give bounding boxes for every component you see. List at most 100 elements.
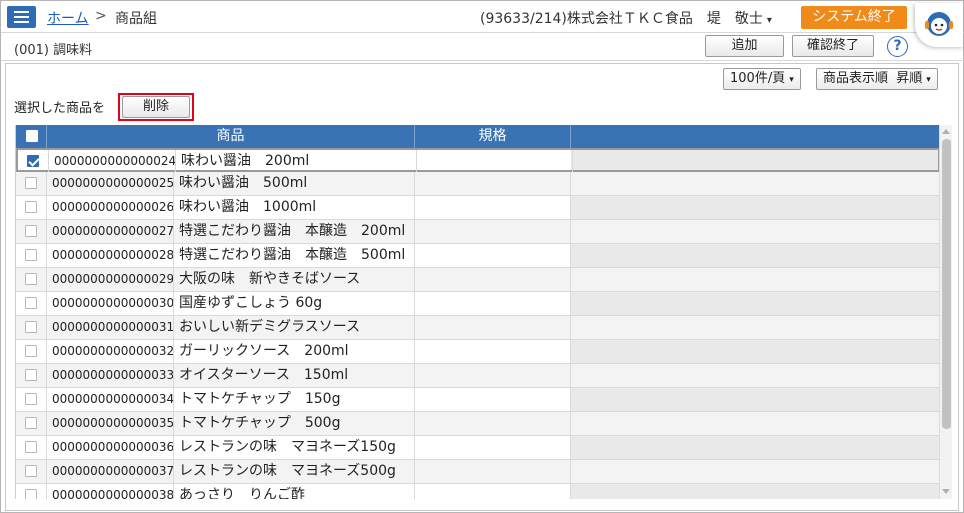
sort-select[interactable]: 商品表示順 昇順 ▾ (816, 68, 938, 90)
product-name: 味わい醤油 500ml (174, 172, 415, 196)
row-select-cell (16, 364, 47, 388)
table-row[interactable]: 0000000000000032 ガーリックソース 200ml (16, 340, 939, 364)
row-select-cell (16, 220, 47, 244)
product-name: 味わい醤油 1000ml (174, 196, 415, 220)
row-select-cell (16, 292, 47, 316)
table-row[interactable]: 0000000000000030 国産ゆずこしょう 60g (16, 292, 939, 316)
breadcrumb-home-link[interactable]: ホーム (47, 8, 89, 28)
hamburger-menu-icon[interactable] (7, 6, 36, 28)
product-spec (415, 316, 571, 340)
product-code: 0000000000000037 (47, 460, 174, 484)
table-row[interactable]: 0000000000000036 レストランの味 マヨネーズ150g (16, 436, 939, 460)
product-code: 0000000000000034 (47, 388, 174, 412)
scroll-thumb[interactable] (942, 139, 951, 429)
breadcrumb-separator: > (95, 8, 107, 24)
column-header-spec[interactable]: 規格 (415, 125, 571, 148)
table-row[interactable]: 0000000000000037 レストランの味 マヨネーズ500g (16, 460, 939, 484)
product-code: 0000000000000035 (47, 412, 174, 436)
product-name: トマトケチャップ 500g (174, 412, 415, 436)
column-header-product[interactable]: 商品 (47, 125, 415, 148)
table-row[interactable]: 0000000000000028 特選こだわり醤油 本醸造 500ml (16, 244, 939, 268)
row-select-cell (16, 172, 47, 196)
table-row[interactable]: 0000000000000029 大阪の味 新やきそばソース (16, 268, 939, 292)
table-row[interactable]: 0000000000000027 特選こだわり醤油 本醸造 200ml (16, 220, 939, 244)
row-select-cell (16, 268, 47, 292)
row-checkbox[interactable] (25, 489, 37, 499)
row-select-cell (16, 412, 47, 436)
product-spec (415, 244, 571, 268)
product-spec (415, 292, 571, 316)
product-name: 国産ゆずこしょう 60g (174, 292, 415, 316)
chevron-down-icon: ▾ (789, 75, 794, 85)
row-select-cell (16, 436, 47, 460)
help-icon[interactable]: ? (887, 36, 908, 57)
header-bar: ホーム > 商品組 (93633/214)株式会社ＴＫＣ食品 堤 敬士 ▾ システ… (1, 1, 964, 33)
confirm-finish-button[interactable]: 確認終了 (792, 35, 874, 57)
vertical-scrollbar[interactable] (939, 125, 952, 499)
select-all-cell (16, 125, 47, 148)
sort-order-value: 昇順 (896, 71, 923, 86)
table-header: 商品 規格 (16, 125, 939, 148)
product-spec (415, 340, 571, 364)
table-row[interactable]: 0000000000000024 味わい醤油 200ml (16, 148, 939, 174)
row-checkbox[interactable] (25, 297, 37, 309)
product-name: 特選こだわり醤油 本醸造 500ml (174, 244, 415, 268)
sort-field-value: 商品表示順 (823, 71, 889, 86)
table-row[interactable]: 0000000000000038 あっさり りんご酢 (16, 484, 939, 499)
row-checkbox[interactable] (27, 155, 39, 167)
row-checkbox[interactable] (25, 441, 37, 453)
user-menu[interactable]: (93633/214)株式会社ＴＫＣ食品 堤 敬士 ▾ (480, 8, 772, 28)
row-checkbox[interactable] (25, 273, 37, 285)
product-spec (415, 268, 571, 292)
row-checkbox[interactable] (25, 465, 37, 477)
table-row[interactable]: 0000000000000033 オイスターソース 150ml (16, 364, 939, 388)
product-name: レストランの味 マヨネーズ150g (174, 436, 415, 460)
product-table: 商品 規格 0000000000000024 味わい醤油 200ml 0000000… (15, 125, 939, 499)
row-checkbox[interactable] (25, 225, 37, 237)
row-select-cell (16, 484, 47, 499)
row-checkbox[interactable] (25, 393, 37, 405)
table-row[interactable]: 0000000000000035 トマトケチャップ 500g (16, 412, 939, 436)
row-checkbox[interactable] (25, 417, 37, 429)
page-size-select[interactable]: 100件/頁 ▾ (723, 68, 801, 90)
scroll-up-icon[interactable] (942, 129, 950, 134)
product-code: 0000000000000036 (47, 436, 174, 460)
product-name: おいしい新デミグラスソース (174, 316, 415, 340)
product-spec (415, 388, 571, 412)
scroll-down-icon[interactable] (942, 489, 950, 494)
table-row[interactable]: 0000000000000025 味わい醤油 500ml (16, 172, 939, 196)
row-select-cell (16, 388, 47, 412)
system-exit-button[interactable]: システム終了 (801, 6, 907, 29)
row-select-cell (16, 340, 47, 364)
product-name: 味わい醤油 200ml (176, 150, 417, 174)
product-code: 0000000000000033 (47, 364, 174, 388)
row-checkbox[interactable] (25, 369, 37, 381)
chevron-down-icon: ▾ (926, 75, 931, 85)
add-button[interactable]: 追加 (705, 35, 784, 57)
row-checkbox[interactable] (25, 321, 37, 333)
user-name: (93633/214)株式会社ＴＫＣ食品 堤 敬士 (480, 11, 763, 27)
row-select-cell (18, 150, 49, 174)
app-window: ホーム > 商品組 (93633/214)株式会社ＴＫＣ食品 堤 敬士 ▾ システ… (0, 0, 964, 513)
row-checkbox[interactable] (25, 249, 37, 261)
group-title: (001) 調味料 (14, 43, 93, 58)
product-name: オイスターソース 150ml (174, 364, 415, 388)
row-checkbox[interactable] (25, 201, 37, 213)
selected-items-label: 選択した商品を (14, 101, 106, 116)
product-name: 特選こだわり醤油 本醸造 200ml (174, 220, 415, 244)
breadcrumb-current: 商品組 (115, 11, 157, 27)
row-checkbox[interactable] (25, 177, 37, 189)
table-row[interactable]: 0000000000000031 おいしい新デミグラスソース (16, 316, 939, 340)
row-checkbox[interactable] (25, 345, 37, 357)
product-spec (415, 436, 571, 460)
row-select-cell (16, 196, 47, 220)
table-row[interactable]: 0000000000000034 トマトケチャップ 150g (16, 388, 939, 412)
product-spec (415, 196, 571, 220)
select-all-checkbox[interactable] (26, 130, 38, 142)
delete-button[interactable]: 削除 (122, 96, 190, 118)
product-spec (415, 364, 571, 388)
product-code: 0000000000000038 (47, 484, 174, 499)
table-row[interactable]: 0000000000000026 味わい醤油 1000ml (16, 196, 939, 220)
product-code: 0000000000000029 (47, 268, 174, 292)
sub-header: (001) 調味料 追加 確認終了 ? (1, 33, 964, 61)
